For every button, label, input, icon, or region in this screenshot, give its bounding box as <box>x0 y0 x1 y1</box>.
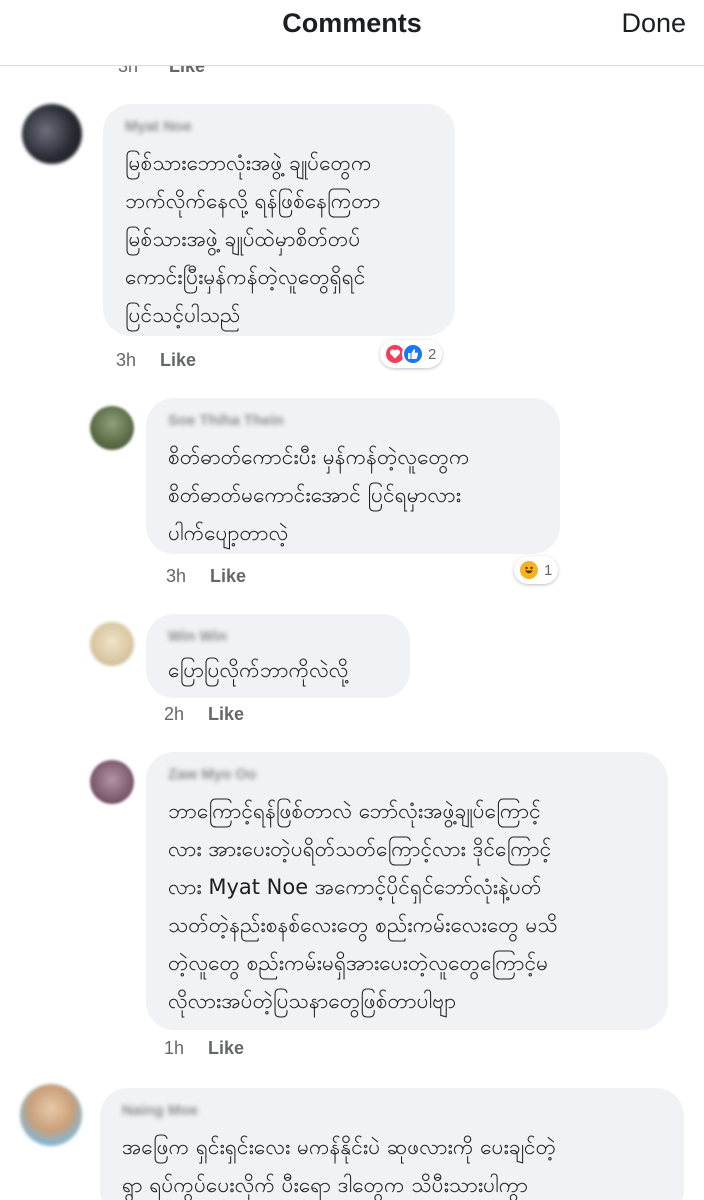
comment-meta: 2h Like <box>164 704 244 725</box>
avatar[interactable] <box>20 1084 82 1146</box>
comment-bubble: Win Win ပြောပြလိုက်ဘာကိုလဲလို့ <box>146 614 410 698</box>
comment-text: စိတ်ဓာတ်ကောင်းပီး မှန်ကန်တဲ့လူတွေက စိတ်ဓ… <box>168 445 470 545</box>
reaction-summary[interactable]: 1 <box>514 556 559 584</box>
reaction-summary[interactable]: 2 <box>380 340 443 368</box>
comment-text: မြစ်သားဘောလုံးအဖွဲ့ ချုပ်တွေက ဘက်လိုက်နေ… <box>125 151 381 327</box>
comment-text: ပြောပြလိုက်ဘာကိုလဲလို့ <box>168 658 349 682</box>
like-reaction-icon <box>402 343 424 365</box>
comment-bubble: Naing Moe အဖြေက ရှင်းရှင်းလေး မကန်နိုင်း… <box>100 1088 684 1200</box>
comment-bubble: Myat Noe မြစ်သားဘောလုံးအဖွဲ့ ချုပ်တွေက ဘ… <box>103 104 455 336</box>
like-button[interactable]: Like <box>208 704 244 725</box>
avatar[interactable] <box>90 760 134 804</box>
reaction-count: 2 <box>428 345 437 363</box>
avatar[interactable] <box>22 104 82 164</box>
header-title: Comments <box>282 8 422 38</box>
comment-meta: 3h Like <box>166 566 246 587</box>
comment-bubble: Zaw Myo Oo ဘာကြောင့်ရန်ဖြစ်တာလဲ ဘော်လုံး… <box>146 752 668 1030</box>
comment-author[interactable]: Zaw Myo Oo <box>168 766 646 786</box>
comments-header: Comments Done <box>0 0 704 66</box>
avatar[interactable] <box>90 406 134 450</box>
comment-time: 3h <box>166 566 187 586</box>
comment-meta: 3h Like <box>116 350 196 371</box>
comment-text: အဖြေက ရှင်းရှင်းလေး မကန်နိုင်းပဲ ဆုဖလားက… <box>122 1135 557 1197</box>
haha-reaction-icon <box>518 559 540 581</box>
comment-author[interactable]: Soe Thiha Thein <box>168 412 538 432</box>
like-button[interactable]: Like <box>208 1038 244 1059</box>
reaction-count: 1 <box>544 561 553 579</box>
comment-author[interactable]: Naing Moe <box>122 1102 662 1122</box>
comment-time: 3h <box>116 350 137 370</box>
avatar[interactable] <box>90 622 134 666</box>
comment-author[interactable]: Win Win <box>168 628 388 648</box>
comment-bubble: Soe Thiha Thein စိတ်ဓာတ်ကောင်းပီး မှန်ကန… <box>146 398 560 554</box>
comment-time: 1h <box>164 1038 185 1058</box>
like-button[interactable]: Like <box>160 350 196 371</box>
done-button[interactable]: Done <box>621 8 686 39</box>
comment-time: 2h <box>164 704 185 724</box>
comment-author[interactable]: Myat Noe <box>125 118 433 138</box>
like-button[interactable]: Like <box>210 566 246 587</box>
comment-meta: 1h Like <box>164 1038 244 1059</box>
comment-text: ဘာကြောင့်ရန်ဖြစ်တာလဲ ဘော်လုံးအဖွဲ့ချုပ်က… <box>168 799 558 1013</box>
